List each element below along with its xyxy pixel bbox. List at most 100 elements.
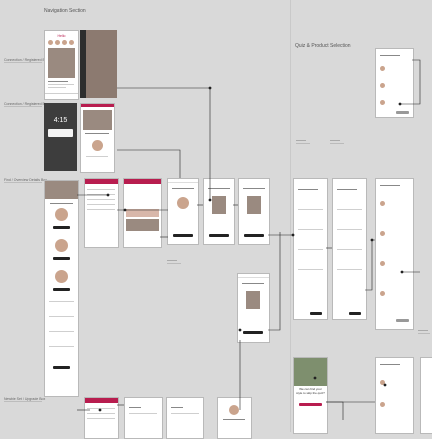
text-line: [48, 81, 68, 82]
top-bar: [81, 104, 114, 107]
text-line: [337, 189, 357, 190]
text-line: [380, 55, 400, 56]
story-avatar: [48, 40, 53, 45]
option-line[interactable]: [337, 269, 362, 270]
cta-button[interactable]: [53, 226, 70, 229]
option-line[interactable]: [298, 269, 323, 270]
row-rule: [4, 62, 42, 63]
text-line: [85, 133, 109, 134]
screen-home[interactable]: Hello: [44, 30, 79, 100]
design-canvas: Navigation Section Quiz & Product Select…: [0, 0, 432, 439]
quiz-heading: We can find your style to skip the quiz?: [296, 387, 325, 395]
screen-profile-1[interactable]: [124, 397, 163, 439]
annotation-note: [167, 260, 183, 270]
screen-quiz-partial[interactable]: [420, 357, 432, 434]
row-rule: [4, 182, 42, 183]
menu-item[interactable]: [87, 199, 115, 200]
screen-lock[interactable]: 4:15: [44, 103, 77, 171]
text-line: [171, 407, 183, 408]
cta-button[interactable]: [209, 234, 229, 237]
text-line: [298, 189, 318, 190]
screen-profile-2[interactable]: [166, 397, 204, 439]
cta-button[interactable]: [53, 257, 70, 260]
menu-item[interactable]: [87, 209, 115, 210]
screen-product-detail[interactable]: [237, 273, 270, 343]
screen-quiz-1[interactable]: [293, 178, 328, 320]
story-avatar: [69, 40, 74, 45]
cta-button[interactable]: [53, 288, 70, 291]
option-line[interactable]: [298, 209, 323, 210]
cta-button[interactable]: [396, 111, 409, 114]
product-photo: [247, 196, 261, 214]
promo-photo: [83, 110, 112, 130]
product-avatar: [177, 197, 189, 209]
side-panel: [80, 30, 86, 98]
option-line[interactable]: [298, 229, 323, 230]
text-line: [380, 364, 400, 365]
product-thumb: [380, 291, 385, 296]
menu-item[interactable]: [87, 408, 115, 409]
annotation-note: [296, 140, 312, 150]
option-line[interactable]: [298, 249, 323, 250]
quiz-section-title: Quiz & Product Selection: [295, 43, 351, 49]
option-line[interactable]: [337, 209, 362, 210]
home-title: Hello: [57, 34, 66, 38]
menu-item[interactable]: [87, 189, 115, 190]
screen-notification-detail[interactable]: [80, 103, 115, 173]
product-thumb: [380, 261, 385, 266]
product-thumb: [380, 402, 385, 407]
screen-quiz-intro[interactable]: We can find your style to skip the quiz?: [293, 357, 328, 434]
cta-button[interactable]: [53, 366, 70, 369]
screen-product-1[interactable]: [167, 178, 199, 245]
text-line: [129, 413, 157, 414]
tab-bar: [45, 93, 78, 94]
text-line: [49, 346, 74, 347]
start-quiz-button[interactable]: [299, 403, 322, 406]
avatar: [92, 140, 103, 151]
screen-product-3[interactable]: [238, 178, 270, 245]
text-line: [86, 156, 108, 157]
text-line: [243, 188, 265, 189]
option-line[interactable]: [337, 229, 362, 230]
menu-item[interactable]: [87, 413, 115, 414]
screen-category[interactable]: [123, 178, 162, 248]
cta-button[interactable]: [243, 331, 263, 334]
screen-overview-long[interactable]: [44, 180, 79, 397]
cta-button[interactable]: [244, 234, 264, 237]
text-line: [242, 283, 264, 284]
text-line: [172, 188, 194, 189]
cta-button[interactable]: [349, 312, 361, 315]
menu-item[interactable]: [87, 194, 115, 195]
screen-quiz-result[interactable]: [375, 48, 414, 118]
notification-card[interactable]: [48, 129, 73, 137]
avatar: [55, 270, 68, 283]
header: [168, 179, 198, 183]
screen-quiz-final[interactable]: [375, 357, 414, 434]
screen-upgrade-menu[interactable]: [84, 397, 119, 439]
screen-menu[interactable]: [84, 178, 119, 248]
annotation-note: [418, 330, 432, 340]
story-avatar: [55, 40, 60, 45]
product-thumb: [380, 100, 385, 105]
text-line: [49, 301, 74, 302]
menu-item[interactable]: [87, 418, 115, 419]
hero-photo: [48, 48, 75, 78]
screen-product-2[interactable]: [203, 178, 235, 245]
cta-button[interactable]: [173, 234, 193, 237]
text-line: [50, 203, 73, 204]
text-line: [49, 331, 74, 332]
text-line: [129, 407, 141, 408]
cta-button[interactable]: [396, 319, 409, 322]
connector-dot: [370, 238, 374, 242]
screen-quiz-products[interactable]: [375, 178, 414, 330]
screen-profile-3[interactable]: [217, 397, 252, 439]
screen-quiz-2[interactable]: [332, 178, 367, 320]
option-line[interactable]: [337, 249, 362, 250]
connector: [326, 401, 344, 420]
text-line: [223, 419, 245, 420]
cta-button[interactable]: [310, 312, 322, 315]
screen-photo-overlay[interactable]: [80, 30, 117, 98]
text-line: [49, 316, 74, 317]
top-bar: [85, 398, 118, 403]
menu-item[interactable]: [87, 204, 115, 205]
